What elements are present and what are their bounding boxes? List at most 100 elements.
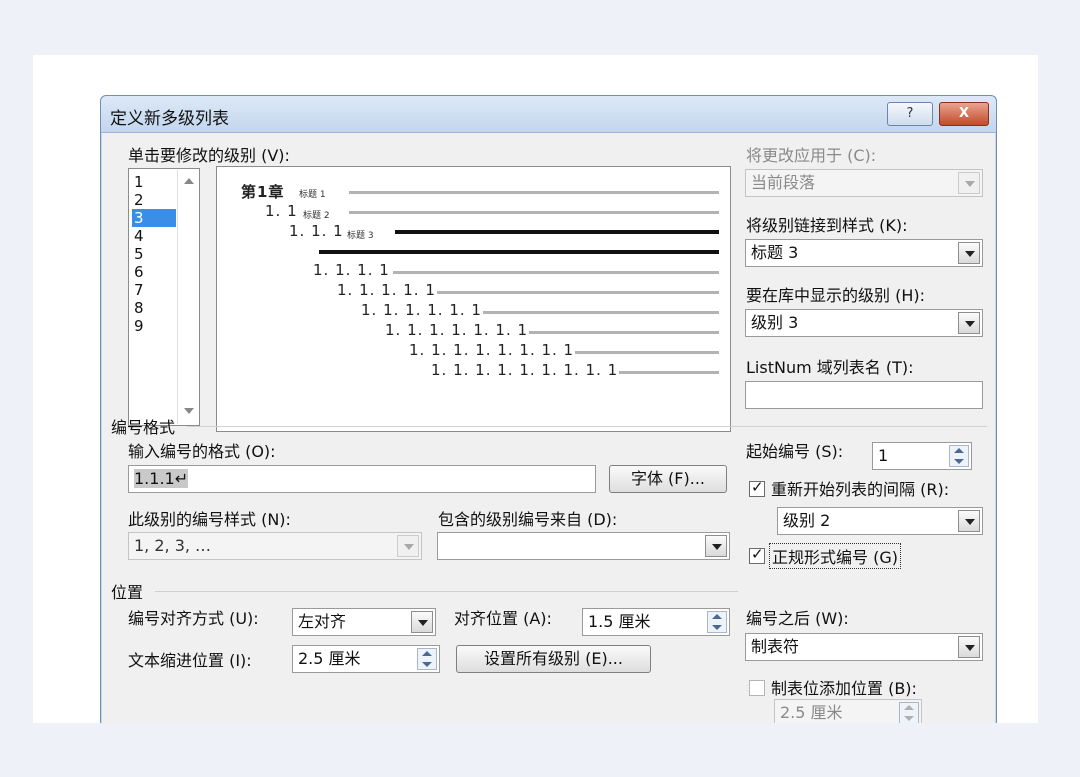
number-format-section-title: 编号格式 [111,418,176,437]
position-divider [155,591,738,592]
start-at-spinner[interactable]: 1 [872,442,972,470]
preview-num-3: 1. 1. 1 [289,222,344,240]
preview-line-3 [395,230,719,234]
preview-tag-1: 标题 1 [299,190,326,200]
format-input[interactable]: 1.1.1↵ [128,465,596,493]
level-item-3[interactable]: 3 [132,209,176,227]
chevron-down-icon[interactable] [958,242,980,264]
level-item-8[interactable]: 8 [132,299,176,317]
tab-stop-label: 制表位添加位置 (B): [771,679,917,698]
preview-line-3-wrap [319,250,719,254]
font-button[interactable]: 字体 (F)... [609,465,727,493]
align-label: 编号对齐方式 (U): [128,609,259,628]
number-style-select: 1, 2, 3, … [128,532,422,560]
preview-line-5 [437,291,719,294]
align-select[interactable]: 左对齐 [292,608,436,636]
levels-label: 单击要修改的级别 (V): [128,146,290,165]
gallery-level-label: 要在库中显示的级别 (H): [746,286,925,305]
listnum-label: ListNum 域列表名 (T): [746,358,914,377]
preview-num-5: 1. 1. 1. 1. 1 [337,281,436,299]
format-label: 输入编号的格式 (O): [128,442,276,461]
set-all-levels-button[interactable]: 设置所有级别 (E)... [456,645,651,673]
spin-arrows-icon[interactable] [949,445,969,467]
number-format-divider [187,426,987,427]
preview-num-7: 1. 1. 1. 1. 1. 1. 1 [385,321,529,339]
preview-line-1 [349,191,719,194]
link-style-select[interactable]: 标题 3 [745,239,983,267]
screenshot-card: 定义新多级列表 ? X 单击要修改的级别 (V): 1 2 3 4 5 6 7 … [33,55,1038,723]
chevron-down-icon[interactable] [958,312,980,334]
level-item-2[interactable]: 2 [132,191,176,209]
preview-line-8 [575,351,719,354]
chevron-down-icon[interactable] [411,611,433,633]
preview-tag-3: 标题 3 [347,231,374,241]
level-list-scrollbar[interactable] [177,170,200,424]
indent-label: 文本缩进位置 (I): [128,651,252,670]
apply-to-value: 当前段落 [751,173,816,192]
preview-line-2 [349,211,719,214]
start-at-value: 1 [878,446,889,465]
scroll-up-icon[interactable] [184,178,194,184]
include-level-select[interactable] [437,532,730,560]
listnum-input[interactable] [745,381,983,409]
level-listbox[interactable]: 1 2 3 4 5 6 7 8 9 [128,168,200,426]
legal-style-label: 正规形式编号 (G) [769,543,901,569]
preview-line-7 [529,331,719,334]
preview-num-4: 1. 1. 1. 1 [313,261,390,279]
follow-number-value: 制表符 [751,637,800,656]
legal-style-checkbox[interactable] [749,545,765,564]
spin-arrows-icon[interactable] [707,611,727,633]
dialog-title: 定义新多级列表 [110,109,229,129]
restart-level-select[interactable]: 级别 2 [777,507,983,535]
apply-to-select: 当前段落 [745,169,983,197]
position-section-title: 位置 [111,583,144,602]
start-at-label: 起始编号 (S): [746,442,844,461]
preview-line-9 [619,371,719,374]
gallery-level-select[interactable]: 级别 3 [745,309,983,337]
define-multilevel-list-dialog: 定义新多级列表 ? X 单击要修改的级别 (V): 1 2 3 4 5 6 7 … [100,95,997,723]
preview-line-6 [483,311,719,314]
spin-arrows-icon [899,702,919,723]
chevron-down-icon[interactable] [958,510,980,532]
level-item-5[interactable]: 5 [132,245,176,263]
title-bar: 定义新多级列表 ? X [101,96,996,133]
scroll-down-icon[interactable] [184,408,194,414]
chevron-down-icon [958,172,980,194]
level-item-9[interactable]: 9 [132,317,176,335]
align-at-label: 对齐位置 (A): [454,609,552,628]
level-item-6[interactable]: 6 [132,263,176,281]
preview-num-9: 1. 1. 1. 1. 1. 1. 1. 1. 1 [431,361,619,379]
restart-checkbox[interactable] [749,478,765,497]
link-style-value: 标题 3 [751,243,799,262]
align-at-value: 1.5 厘米 [588,612,651,631]
follow-number-label: 编号之后 (W): [746,609,849,628]
level-item-1[interactable]: 1 [132,173,176,191]
follow-number-select[interactable]: 制表符 [745,633,983,661]
preview-num-8: 1. 1. 1. 1. 1. 1. 1. 1 [409,341,575,359]
level-item-4[interactable]: 4 [132,227,176,245]
align-value: 左对齐 [298,612,347,631]
indent-value: 2.5 厘米 [298,649,361,668]
chevron-down-icon[interactable] [958,636,980,658]
tab-stop-value: 2.5 厘米 [780,703,843,722]
restart-level-value: 级别 2 [783,511,831,530]
preview-num-6: 1. 1. 1. 1. 1. 1 [361,301,482,319]
close-button[interactable]: X [939,102,989,126]
help-button[interactable]: ? [887,102,933,126]
indent-spinner[interactable]: 2.5 厘米 [292,645,440,673]
level-preview: 第1章 标题 1 1. 1 标题 2 1. 1. 1 标题 3 1. 1. 1.… [216,166,731,432]
tab-stop-checkbox[interactable] [749,680,765,696]
preview-line-4 [393,271,719,274]
chevron-down-icon [397,535,419,557]
preview-num-1: 第1章 [241,183,285,201]
align-at-spinner[interactable]: 1.5 厘米 [582,608,730,636]
format-value: 1.1.1↵ [134,469,189,488]
link-style-label: 将级别链接到样式 (K): [746,216,908,235]
level-item-7[interactable]: 7 [132,281,176,299]
preview-tag-2: 标题 2 [303,211,330,221]
chevron-down-icon[interactable] [705,535,727,557]
spin-arrows-icon[interactable] [417,648,437,670]
number-style-value: 1, 2, 3, … [134,536,212,555]
include-level-label: 包含的级别编号来自 (D): [438,510,618,529]
tab-stop-spinner: 2.5 厘米 [774,699,922,723]
